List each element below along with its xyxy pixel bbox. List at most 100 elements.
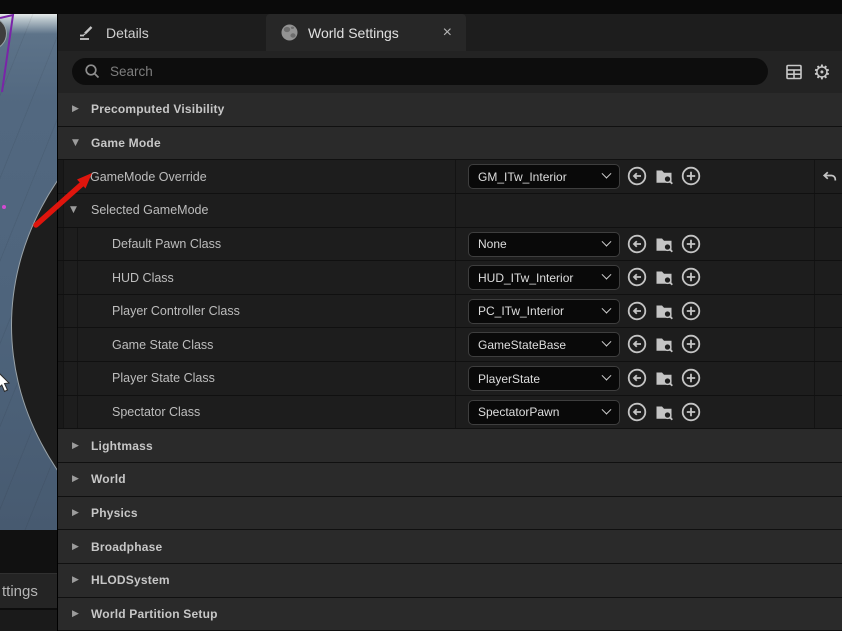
reset-column-divider: [814, 160, 815, 193]
chevron-down-icon: [602, 169, 612, 179]
player-controller-class-dropdown[interactable]: PC_ITw_Interior: [468, 299, 620, 324]
browse-to-asset-icon[interactable]: [653, 300, 675, 322]
tab-details[interactable]: Details: [58, 14, 149, 51]
window-top-strip: [0, 0, 842, 14]
browse-to-asset-icon[interactable]: [653, 233, 675, 255]
category-label: Lightmass: [91, 439, 153, 453]
column-splitter[interactable]: [455, 295, 456, 328]
unreal-editor-screen: ttings Details: [0, 0, 842, 631]
category-broadphase[interactable]: ▶ Broadphase: [58, 530, 842, 564]
indent-guide: [63, 194, 64, 227]
indent-guide: [63, 362, 64, 395]
panel-gap-bottom: [0, 608, 57, 631]
category-physics[interactable]: ▶ Physics: [58, 497, 842, 531]
tab-bar: Details World Settings ×: [58, 14, 842, 51]
search-bar[interactable]: [72, 58, 768, 85]
indent-guide: [77, 295, 78, 328]
game-state-class-dropdown[interactable]: GameStateBase: [468, 332, 620, 357]
category-precomputed-visibility[interactable]: ▶ Precomputed Visibility: [58, 93, 842, 127]
panel-gap: [0, 530, 57, 573]
category-label: HLODSystem: [91, 573, 170, 587]
column-splitter[interactable]: [455, 261, 456, 294]
column-splitter[interactable]: [455, 194, 456, 227]
expanded-arrow-icon[interactable]: ▼: [72, 138, 82, 148]
search-input[interactable]: [110, 64, 756, 79]
category-label: World: [91, 472, 126, 486]
use-selected-asset-icon[interactable]: [626, 300, 648, 322]
add-new-asset-icon[interactable]: [680, 266, 702, 288]
category-hlodsystem[interactable]: ▶ HLODSystem: [58, 564, 842, 598]
collapsed-arrow-icon[interactable]: ▶: [72, 441, 82, 451]
add-new-asset-icon[interactable]: [680, 367, 702, 389]
gizmo-dot: [2, 205, 6, 209]
subcategory-selected-gamemode[interactable]: ▼ Selected GameMode: [58, 194, 842, 228]
column-splitter[interactable]: [455, 396, 456, 429]
hud-class-dropdown[interactable]: HUD_ITw_Interior: [468, 265, 620, 290]
browse-to-asset-icon[interactable]: [653, 165, 675, 187]
use-selected-asset-icon[interactable]: [626, 367, 648, 389]
player-state-class-dropdown[interactable]: PlayerState: [468, 366, 620, 391]
collapsed-arrow-icon[interactable]: ▶: [72, 575, 82, 585]
use-selected-asset-icon[interactable]: [626, 401, 648, 423]
close-tab-icon[interactable]: ×: [441, 25, 454, 41]
row-game-state-class: Game State Class GameStateBase: [58, 328, 842, 362]
use-selected-asset-icon[interactable]: [626, 233, 648, 255]
add-new-asset-icon[interactable]: [680, 300, 702, 322]
reset-to-default-icon[interactable]: [819, 168, 837, 186]
world-settings-panel: Details World Settings ×: [58, 14, 842, 631]
browse-to-asset-icon[interactable]: [653, 266, 675, 288]
display-filter-table-icon[interactable]: [783, 61, 805, 83]
row-player-state-class: Player State Class PlayerState: [58, 362, 842, 396]
indent-guide: [63, 328, 64, 361]
expanded-arrow-icon[interactable]: ▼: [70, 205, 80, 215]
tab-details-label: Details: [106, 25, 149, 41]
property-label: GameMode Override: [90, 170, 207, 184]
indent-guide: [63, 396, 64, 429]
use-selected-asset-icon[interactable]: [626, 266, 648, 288]
use-selected-asset-icon[interactable]: [626, 333, 648, 355]
add-new-asset-icon[interactable]: [680, 333, 702, 355]
settings-gear-icon[interactable]: ⚙: [811, 61, 833, 83]
column-splitter[interactable]: [455, 328, 456, 361]
level-viewport[interactable]: [0, 14, 57, 530]
property-label: Game State Class: [112, 338, 213, 352]
add-new-asset-icon[interactable]: [680, 165, 702, 187]
dropdown-value: SpectatorPawn: [478, 405, 603, 419]
default-pawn-class-dropdown[interactable]: None: [468, 232, 620, 257]
collapsed-arrow-icon[interactable]: ▶: [72, 104, 82, 114]
indent-guide: [63, 261, 64, 294]
tab-world-settings[interactable]: World Settings ×: [266, 14, 466, 51]
collapsed-arrow-icon[interactable]: ▶: [72, 508, 82, 518]
indent-guide: [63, 160, 64, 193]
add-new-asset-icon[interactable]: [680, 233, 702, 255]
pencil-details-icon: [76, 23, 96, 43]
property-label: Spectator Class: [112, 405, 200, 419]
chevron-down-icon: [602, 337, 612, 347]
category-game-mode[interactable]: ▼ Game Mode: [58, 127, 842, 161]
column-splitter[interactable]: [455, 228, 456, 261]
reset-column-divider: [814, 228, 815, 261]
category-world[interactable]: ▶ World: [58, 463, 842, 497]
gamemode-override-dropdown[interactable]: GM_ITw_Interior: [468, 164, 620, 189]
category-lightmass[interactable]: ▶ Lightmass: [58, 429, 842, 463]
add-new-asset-icon[interactable]: [680, 401, 702, 423]
viewport-sliver: ttings: [0, 14, 58, 631]
browse-to-asset-icon[interactable]: [653, 333, 675, 355]
category-world-partition-setup[interactable]: ▶ World Partition Setup: [58, 598, 842, 631]
category-label: Precomputed Visibility: [91, 102, 225, 116]
dropdown-value: GameStateBase: [478, 338, 603, 352]
collapsed-arrow-icon[interactable]: ▶: [72, 474, 82, 484]
collapsed-arrow-icon[interactable]: ▶: [72, 609, 82, 619]
browse-to-asset-icon[interactable]: [653, 401, 675, 423]
browse-to-asset-icon[interactable]: [653, 367, 675, 389]
spectator-class-dropdown[interactable]: SpectatorPawn: [468, 400, 620, 425]
column-splitter[interactable]: [455, 160, 456, 193]
collapsed-arrow-icon[interactable]: ▶: [72, 542, 82, 552]
use-selected-asset-icon[interactable]: [626, 165, 648, 187]
truncated-settings-tab[interactable]: ttings: [0, 573, 57, 608]
dropdown-value: None: [478, 237, 603, 251]
category-label: World Partition Setup: [91, 607, 218, 621]
details-rows: ▶ Precomputed Visibility ▼ Game Mode Gam…: [58, 93, 842, 631]
column-splitter[interactable]: [455, 362, 456, 395]
chevron-down-icon: [602, 236, 612, 246]
